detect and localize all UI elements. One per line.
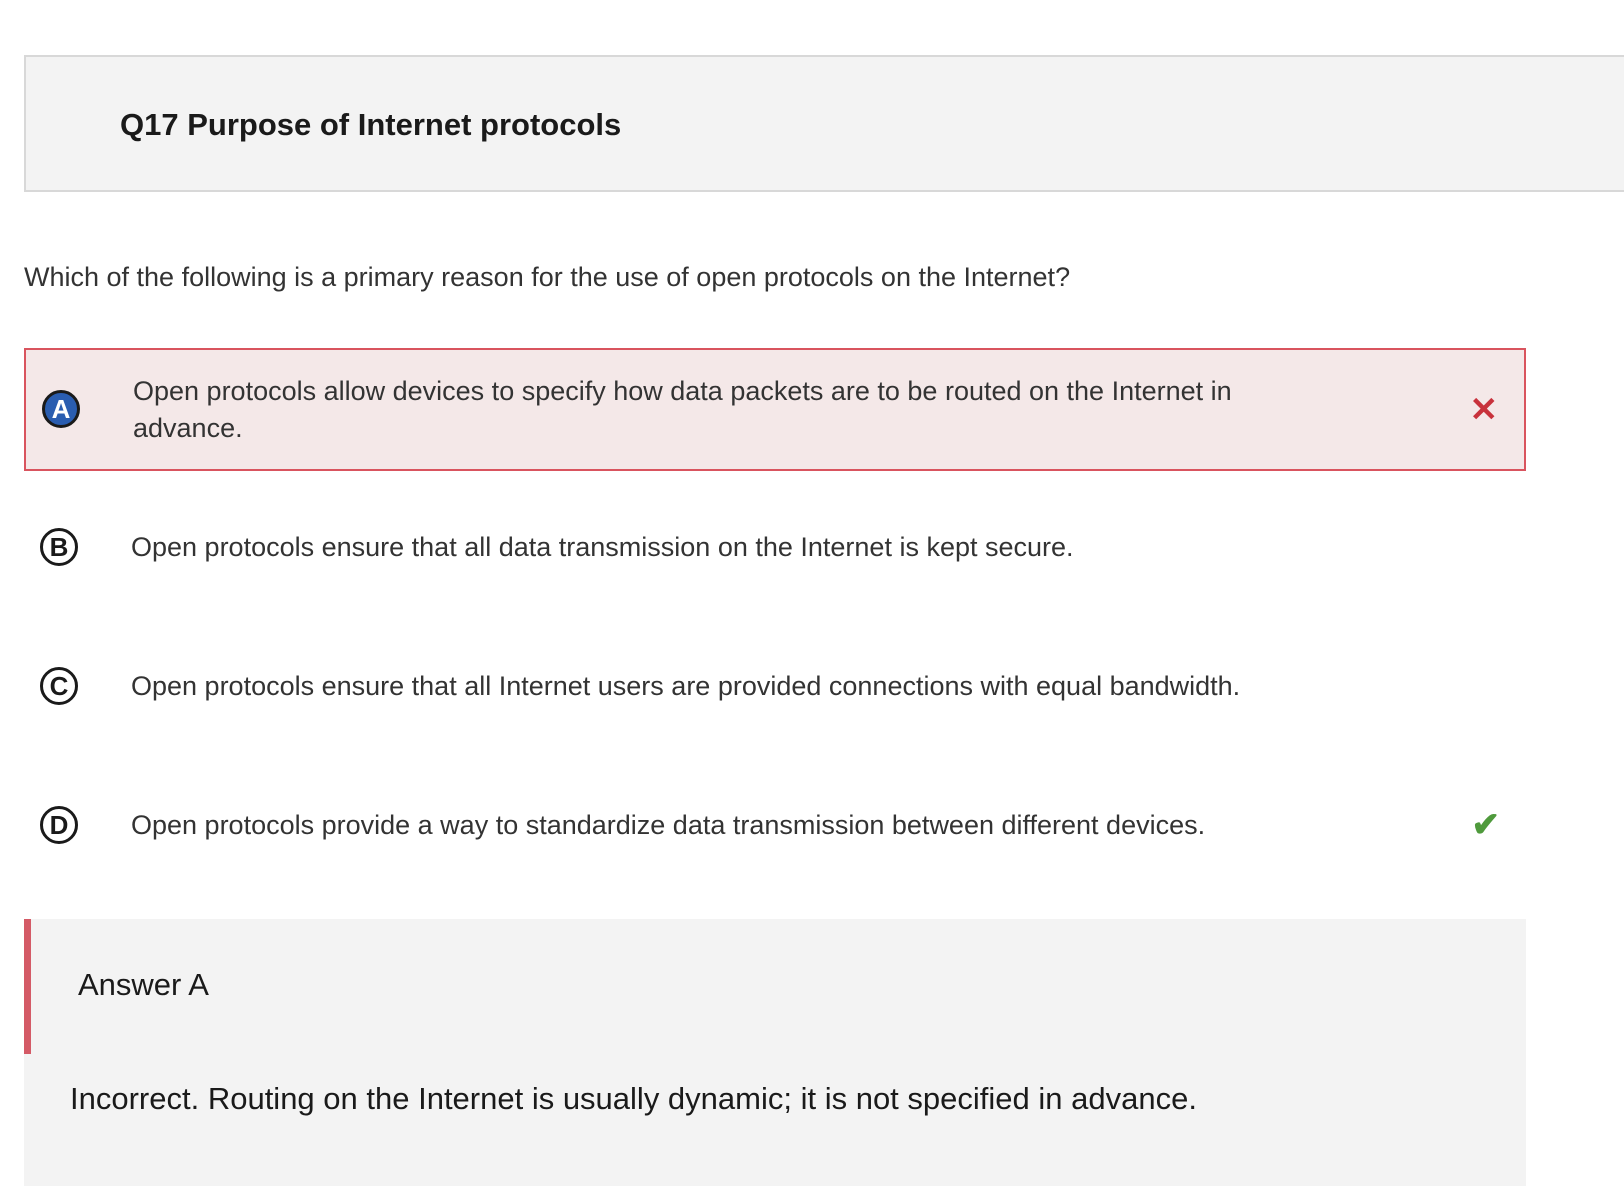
option-text-d: Open protocols provide a way to standard… bbox=[131, 810, 1206, 840]
feedback-panel: Answer A Incorrect. Routing on the Inter… bbox=[24, 919, 1526, 1186]
option-text-a: Open protocols allow devices to specify … bbox=[133, 376, 1232, 443]
check-icon: ✔ bbox=[1471, 806, 1501, 844]
option-text-b: Open protocols ensure that all data tran… bbox=[131, 532, 1074, 562]
answer-option-d[interactable]: D Open protocols provide a way to standa… bbox=[24, 778, 1526, 874]
feedback-title: Answer A bbox=[78, 967, 209, 1002]
answer-option-c[interactable]: C Open protocols ensure that all Interne… bbox=[24, 639, 1526, 735]
option-letter-d: D bbox=[40, 806, 78, 844]
question-header: Q17 Purpose of Internet protocols bbox=[24, 55, 1624, 192]
answer-option-b[interactable]: B Open protocols ensure that all data tr… bbox=[24, 500, 1526, 596]
question-title: Q17 Purpose of Internet protocols bbox=[120, 107, 622, 142]
option-text-c: Open protocols ensure that all Internet … bbox=[131, 671, 1241, 701]
feedback-explanation: Incorrect. Routing on the Internet is us… bbox=[70, 1081, 1197, 1116]
cross-icon: ✕ bbox=[1469, 391, 1499, 429]
question-prompt: Which of the following is a primary reas… bbox=[24, 262, 1071, 292]
answer-option-a[interactable]: A Open protocols allow devices to specif… bbox=[24, 348, 1526, 471]
option-letter-b: B bbox=[40, 528, 78, 566]
feedback-accent-bar bbox=[24, 919, 31, 1054]
option-letter-c: C bbox=[40, 667, 78, 705]
option-letter-a: A bbox=[42, 390, 80, 428]
